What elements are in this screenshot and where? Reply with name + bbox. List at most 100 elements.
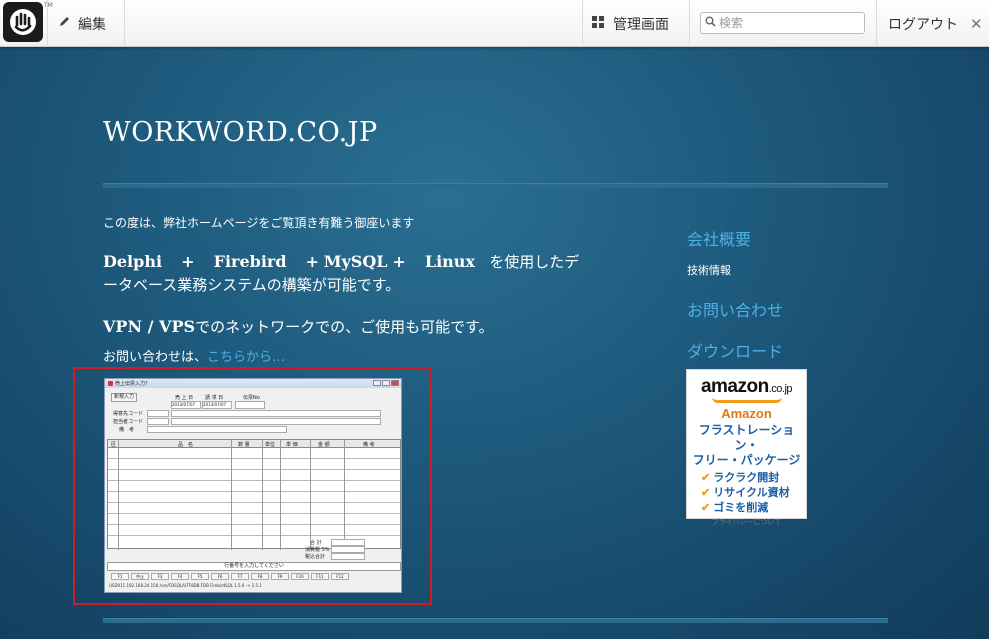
- edit-label: 編集: [78, 16, 106, 33]
- app-remarks: [147, 426, 287, 433]
- close-icon: ✕: [970, 14, 983, 33]
- app-items-grid: 区 品 名 数 量 単位 単 価 金 額 備 考: [107, 439, 401, 550]
- amazon-feature: ✔ リサイクル資材: [701, 486, 806, 501]
- app-grand-total: [331, 553, 365, 560]
- logout-label: ログアウト: [888, 16, 958, 33]
- app-slip-no-label: 伝票No: [243, 395, 260, 401]
- app-staff-name: [171, 418, 381, 425]
- app-grid-row: [108, 459, 400, 470]
- app-col-unit: 単位: [265, 442, 276, 448]
- app-grid-col: [344, 440, 345, 550]
- amazon-privacy-link[interactable]: プライバシーについて: [687, 517, 806, 527]
- app-grid-col: [231, 440, 232, 550]
- concrete5-logo-icon[interactable]: [3, 2, 43, 42]
- app-grid-col: [310, 440, 311, 550]
- check-icon: ✔: [701, 472, 711, 484]
- vpn-bold: VPN / VPS: [103, 317, 196, 336]
- app-grid-header: 区 品 名 数 量 単位 単 価 金 額 備 考: [108, 440, 400, 448]
- app-customer-code-label: 得意先コード: [113, 411, 144, 417]
- app-fkey: F10: [291, 573, 309, 580]
- app-col-no: 区: [111, 442, 117, 448]
- search-icon: [705, 15, 716, 31]
- amazon-feature-list: ✔ ラクラク開封 ✔ リサイクル資材 ✔ ゴミを削減: [687, 471, 806, 516]
- amazon-logo-suffix: .co.jp: [768, 383, 793, 395]
- tech-plus: +: [392, 252, 406, 271]
- vpn-text: VPN / VPSでのネットワークでの、ご使用も可能です。: [103, 316, 494, 337]
- sidebar-item-download[interactable]: ダウンロード: [687, 338, 783, 362]
- tech-plus: +: [181, 252, 195, 271]
- app-window-icon: [108, 381, 113, 386]
- app-grid-row: [108, 470, 400, 481]
- inquiry-link[interactable]: こちらから…: [207, 350, 285, 365]
- search-box[interactable]: [700, 12, 865, 34]
- app-grid-col: [118, 440, 119, 550]
- app-total: [331, 539, 365, 546]
- app-ship-date-label: 請 求 日: [205, 395, 224, 401]
- app-customer-name: [171, 410, 381, 417]
- check-icon: ✔: [701, 502, 711, 514]
- app-grid-row: [108, 514, 400, 525]
- app-grid-row: [108, 448, 400, 459]
- amazon-logo-text: amazon: [700, 376, 769, 397]
- app-col-amount: 金 額: [318, 442, 330, 448]
- window-controls: [373, 380, 399, 386]
- amazon-feature-label: リサイクル資材: [713, 487, 790, 499]
- tech-plus: +: [305, 252, 320, 271]
- amazon-banner[interactable]: amazon.co.jp Amazon フラストレーション・ フリー・パッケージ…: [686, 369, 807, 526]
- edit-button[interactable]: 編集: [58, 0, 106, 47]
- minimize-icon: [373, 380, 381, 386]
- logout-button[interactable]: ログアウト ✕: [888, 0, 983, 47]
- inquiry-text: お問い合わせは、こちらから…: [103, 346, 285, 365]
- app-grid-col: [280, 440, 281, 550]
- app-col-note: 備 考: [363, 442, 375, 448]
- dashboard-button[interactable]: 管理画面: [592, 0, 669, 47]
- app-col-item: 品 名: [178, 442, 194, 448]
- tech-linux: Linux: [424, 252, 475, 271]
- amazon-feature-label: ゴミを削減: [713, 502, 769, 514]
- welcome-text: この度は、弊社ホームページをご覧頂き有難う御座います: [103, 216, 415, 230]
- app-fkey: F7: [231, 573, 249, 580]
- amazon-feature-label: ラクラク開封: [713, 472, 780, 484]
- app-col-qty: 数 量: [238, 442, 250, 448]
- app-fkey: F3: [151, 573, 169, 580]
- app-screenshot[interactable]: 売上伝票入力？ 新規入力 売 上 日 請 求 日 伝票No 2013/07/07…: [104, 378, 402, 593]
- app-grid-col: [262, 440, 263, 550]
- tech-firebird: Firebird: [213, 252, 287, 271]
- tech-delphi: Delphi: [103, 252, 163, 271]
- app-new-button: 新規入力: [111, 393, 137, 402]
- tech-mysql: MySQL: [323, 252, 388, 271]
- sidebar-item-about[interactable]: 会社概要: [687, 226, 751, 250]
- app-customer-code: [147, 410, 169, 417]
- maximize-icon: [382, 380, 390, 386]
- app-window-title: 売上伝票入力？: [105, 379, 401, 388]
- app-sales-date-label: 売 上 日: [175, 395, 194, 401]
- app-tax: [331, 546, 365, 553]
- pencil-icon: [58, 15, 71, 32]
- dashboard-label: 管理画面: [613, 16, 669, 33]
- amazon-feature: ✔ ゴミを削減: [701, 501, 806, 516]
- app-footer: USD011 192.168.24.156:/var/FDSQL/UTF8DB.…: [109, 583, 262, 588]
- app-remarks-label: 備 考: [119, 427, 135, 433]
- app-grid-row: [108, 503, 400, 514]
- app-grid-row: [108, 492, 400, 503]
- search-input[interactable]: [719, 16, 859, 30]
- grid-icon: [592, 15, 604, 32]
- toolbar-divider: [876, 0, 877, 47]
- app-grid-row: [108, 481, 400, 492]
- app-fkey: F1: [111, 573, 129, 580]
- amazon-line2: フリー・パッケージ: [692, 453, 801, 467]
- app-fkey: F4: [171, 573, 189, 580]
- site-title: WORKWORD.CO.JP: [103, 117, 378, 148]
- tech-stack-text: Delphi + Firebird + MySQL + Linux を使用したデ…: [103, 250, 593, 297]
- footer-divider: [103, 618, 888, 623]
- amazon-name: Amazon: [721, 406, 772, 421]
- trademark-mark: TM: [44, 2, 53, 9]
- sidebar-item-contact[interactable]: お問い合わせ: [687, 297, 783, 321]
- sidebar-item-tech[interactable]: 技術情報: [687, 262, 731, 278]
- amazon-logo: amazon.co.jp: [687, 376, 806, 398]
- app-ship-date: 2013/07/07: [202, 401, 232, 409]
- vpn-description: でのネットワークでの、ご使用も可能です。: [195, 318, 494, 336]
- app-sales-date: 2013/07/07: [171, 401, 201, 409]
- toolbar-divider: [582, 0, 583, 47]
- app-fkey: F11: [311, 573, 329, 580]
